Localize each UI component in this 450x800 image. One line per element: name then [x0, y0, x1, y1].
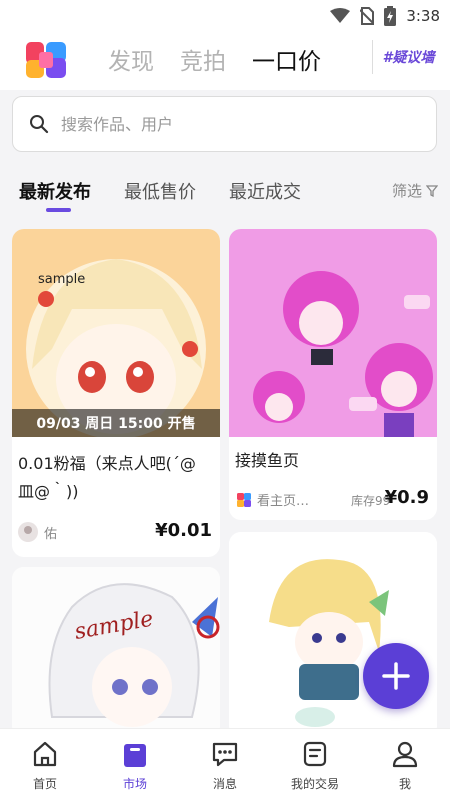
filter-icon — [426, 184, 438, 197]
seller-logo-icon — [237, 492, 251, 507]
search-input[interactable] — [61, 114, 401, 134]
publish-button[interactable] — [363, 643, 429, 709]
card-title: 接摸鱼页 — [235, 451, 300, 470]
nav-my-trades[interactable]: 我的交易 — [270, 729, 360, 800]
avatar — [18, 522, 38, 542]
seller-info[interactable]: 看主页… — [237, 490, 309, 509]
sort-bar: 最新发布 最低售价 最近成交 筛选 — [0, 170, 450, 216]
top-header: 发现 竞拍 一口价 #疑议墙 — [0, 32, 450, 90]
nav-messages[interactable]: 消息 — [180, 729, 270, 800]
nav-me[interactable]: 我 — [360, 729, 450, 800]
tab-discover[interactable]: 发现 — [108, 42, 154, 76]
plus-icon — [382, 662, 410, 690]
artwork-image: sample — [12, 567, 220, 737]
active-tab-indicator — [46, 208, 71, 212]
nav-label: 消息 — [212, 777, 237, 791]
seller-name: 佑 — [44, 526, 58, 542]
nav-label: 我 — [398, 777, 411, 791]
no-sim-icon — [360, 7, 375, 25]
debate-wall-badge[interactable]: #疑议墙 — [372, 40, 444, 74]
seller-info[interactable]: 佑 — [18, 522, 57, 542]
message-icon — [212, 742, 238, 767]
artwork-image — [229, 229, 437, 437]
search-icon — [30, 115, 49, 134]
search-bar[interactable] — [12, 96, 437, 152]
app-logo[interactable] — [24, 38, 68, 82]
product-card[interactable]: sample 09/03 周日 15:00 开售 0.01粉福（来点人吧(´@ … — [12, 229, 220, 557]
sort-tab-newest[interactable]: 最新发布 — [19, 178, 91, 204]
top-tabs: 发现 竞拍 一口价 — [108, 42, 323, 76]
nav-home[interactable]: 首页 — [0, 729, 90, 800]
sort-tab-lowest-price[interactable]: 最低售价 — [124, 178, 196, 204]
wifi-icon — [330, 8, 351, 23]
trade-icon — [303, 741, 327, 767]
nav-market[interactable]: 市场 — [90, 729, 180, 800]
product-card[interactable]: 接摸鱼页 看主页… 库存99 ¥0.9 — [229, 229, 437, 520]
tab-auction[interactable]: 竞拍 — [180, 42, 226, 76]
artwork-image: sample — [12, 229, 220, 437]
clock: 3:38 — [406, 7, 440, 25]
status-icons: 3:38 — [330, 6, 440, 26]
bottom-nav: 首页 市场 消息 我的交易 我 — [0, 728, 450, 800]
price: ¥0.9 — [384, 487, 429, 508]
user-icon — [392, 741, 418, 768]
status-bar: 3:38 — [0, 0, 450, 32]
sale-time-banner: 09/03 周日 15:00 开售 — [12, 409, 220, 437]
watermark-text: sample — [38, 272, 85, 287]
price: ¥0.01 — [155, 520, 212, 541]
card-title-line1: 0.01粉福（来点人吧(´@ — [18, 454, 196, 473]
nav-label: 市场 — [122, 777, 147, 791]
seller-name: 看主页… — [257, 494, 310, 509]
shopping-bag-icon — [124, 744, 146, 767]
filter-button[interactable]: 筛选 — [392, 180, 438, 201]
filter-label: 筛选 — [391, 182, 422, 200]
product-card[interactable]: sample — [12, 567, 220, 737]
tab-fixed-price[interactable]: 一口价 — [250, 42, 323, 76]
nav-label: 我的交易 — [290, 777, 339, 791]
sort-tab-recent-deals[interactable]: 最近成交 — [229, 178, 301, 204]
home-icon — [33, 741, 57, 767]
battery-charging-icon — [384, 6, 397, 26]
nav-label: 首页 — [32, 777, 57, 791]
card-title-line2: 皿@｀)) — [18, 482, 79, 501]
